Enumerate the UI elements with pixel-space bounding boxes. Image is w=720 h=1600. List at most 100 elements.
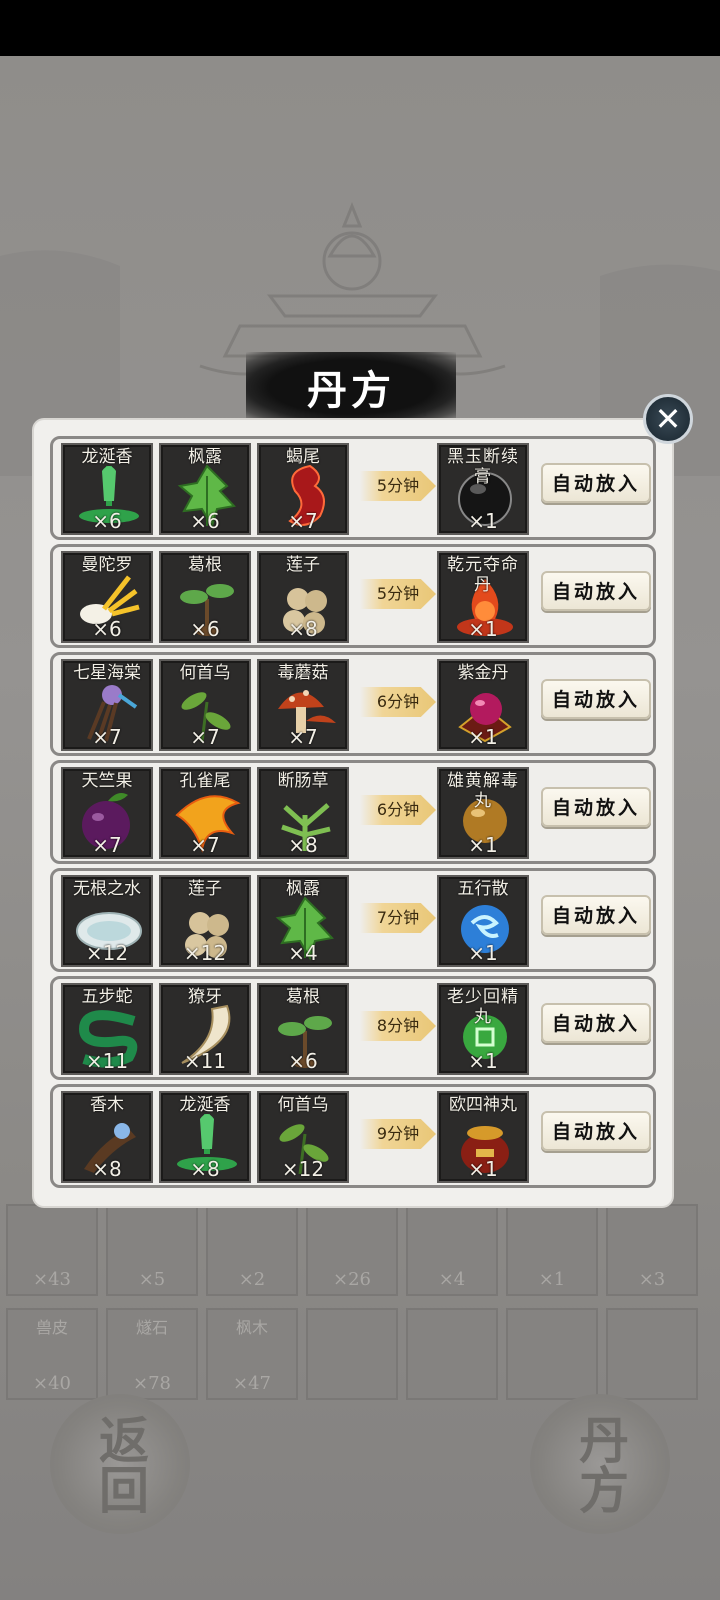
recipe-row: 香木 ×8 龙涎香 ×8 何首乌 ×12 欧四神丸 ×1 9分钟 自动放入	[50, 1084, 656, 1188]
item-count: ×6	[288, 1049, 318, 1073]
item-count: ×12	[281, 1157, 325, 1181]
ingredient-slot[interactable]: 獠牙 ×11	[159, 983, 251, 1075]
close-icon: ✕	[654, 400, 682, 438]
ingredient-slot[interactable]: 莲子 ×8	[257, 551, 349, 643]
recipe-row: 五步蛇 ×11 獠牙 ×11 葛根 ×6 老少回精丸 ×1 8分钟 自动放入	[50, 976, 656, 1080]
ingredient-slot[interactable]: 七星海棠 ×7	[61, 659, 153, 751]
title-banner: 丹方	[246, 352, 456, 422]
ingredient-slot[interactable]: 无根之水 ×12	[61, 875, 153, 967]
product-slot[interactable]: 乾元夺命丹 ×1	[437, 551, 529, 643]
item-name: 枫露	[188, 447, 222, 467]
status-bar	[0, 0, 720, 56]
ingredient-slot[interactable]: 蝎尾 ×7	[257, 443, 349, 535]
ingredient-slot[interactable]: 五步蛇 ×11	[61, 983, 153, 1075]
item-count: ×12	[183, 941, 227, 965]
product-slot[interactable]: 紫金丹 ×1	[437, 659, 529, 751]
brew-time-arrow: 9分钟	[360, 1119, 436, 1149]
item-count: ×7	[92, 725, 122, 749]
item-count: ×7	[288, 509, 318, 533]
brew-time-arrow: 6分钟	[360, 687, 436, 717]
item-count: ×1	[468, 617, 498, 641]
item-name: 毒蘑菇	[277, 663, 329, 683]
item-count: ×6	[190, 617, 220, 641]
item-count: ×8	[190, 1157, 220, 1181]
recipe-row: 七星海棠 ×7 何首乌 ×7 毒蘑菇 ×7 紫金丹 ×1 6分钟 自动放入	[50, 652, 656, 756]
brew-time-arrow: 8分钟	[360, 1011, 436, 1041]
item-name: 葛根	[188, 555, 222, 575]
recipe-button[interactable]: 丹方	[530, 1394, 670, 1534]
auto-fill-button[interactable]: 自动放入	[541, 679, 651, 719]
recipe-row: 曼陀罗 ×6 葛根 ×6 莲子 ×8 乾元夺命丹 ×1 5分钟 自动放入	[50, 544, 656, 648]
auto-fill-button[interactable]: 自动放入	[541, 1003, 651, 1043]
item-name: 七星海棠	[73, 663, 141, 683]
item-name: 枫露	[286, 879, 320, 899]
ingredient-slot[interactable]: 孔雀尾 ×7	[159, 767, 251, 859]
item-name: 雄黄解毒丸	[447, 771, 519, 811]
item-count: ×12	[85, 941, 129, 965]
ingredient-slot[interactable]: 葛根 ×6	[257, 983, 349, 1075]
item-name: 断肠草	[277, 771, 329, 791]
item-name: 紫金丹	[457, 663, 509, 683]
ingredient-slot[interactable]: 香木 ×8	[61, 1091, 153, 1183]
ingredient-slot[interactable]: 枫露 ×6	[159, 443, 251, 535]
ingredient-slot[interactable]: 天竺果 ×7	[61, 767, 153, 859]
product-slot[interactable]: 黑玉断续膏 ×1	[437, 443, 529, 535]
item-count: ×6	[92, 509, 122, 533]
item-count: ×7	[288, 725, 318, 749]
back-button[interactable]: 返回	[50, 1394, 190, 1534]
item-name: 曼陀罗	[81, 555, 133, 575]
item-count: ×4	[288, 941, 318, 965]
item-name: 獠牙	[188, 987, 222, 1007]
auto-fill-button[interactable]: 自动放入	[541, 571, 651, 611]
item-count: ×1	[468, 941, 498, 965]
ingredient-slot[interactable]: 葛根 ×6	[159, 551, 251, 643]
item-count: ×11	[183, 1049, 227, 1073]
brew-time-arrow: 7分钟	[360, 903, 436, 933]
item-count: ×11	[85, 1049, 129, 1073]
auto-fill-button[interactable]: 自动放入	[541, 787, 651, 827]
item-count: ×6	[190, 509, 220, 533]
auto-fill-button[interactable]: 自动放入	[541, 463, 651, 503]
item-count: ×8	[288, 833, 318, 857]
item-name: 黑玉断续膏	[447, 447, 519, 487]
auto-fill-button[interactable]: 自动放入	[541, 895, 651, 935]
ingredient-slot[interactable]: 何首乌 ×12	[257, 1091, 349, 1183]
ingredient-slot[interactable]: 断肠草 ×8	[257, 767, 349, 859]
item-name: 何首乌	[179, 663, 231, 683]
recipe-row: 龙涎香 ×6 枫露 ×6 蝎尾 ×7 黑玉断续膏 ×1 5分钟 自动放入	[50, 436, 656, 540]
item-name: 欧四神丸	[449, 1095, 517, 1115]
item-count: ×6	[92, 617, 122, 641]
product-slot[interactable]: 老少回精丸 ×1	[437, 983, 529, 1075]
item-name: 何首乌	[277, 1095, 329, 1115]
item-count: ×7	[190, 833, 220, 857]
item-name: 无根之水	[73, 879, 141, 899]
item-count: ×8	[92, 1157, 122, 1181]
item-count: ×7	[92, 833, 122, 857]
item-name: 老少回精丸	[447, 987, 519, 1027]
auto-fill-button[interactable]: 自动放入	[541, 1111, 651, 1151]
ingredient-slot[interactable]: 何首乌 ×7	[159, 659, 251, 751]
ingredient-slot[interactable]: 龙涎香 ×6	[61, 443, 153, 535]
brew-time-arrow: 6分钟	[360, 795, 436, 825]
brew-time-arrow: 5分钟	[360, 579, 436, 609]
ingredient-slot[interactable]: 龙涎香 ×8	[159, 1091, 251, 1183]
recipe-row: 无根之水 ×12 莲子 ×12 枫露 ×4 五行散 ×1 7分钟 自动放入	[50, 868, 656, 972]
ingredient-slot[interactable]: 毒蘑菇 ×7	[257, 659, 349, 751]
product-slot[interactable]: 雄黄解毒丸 ×1	[437, 767, 529, 859]
item-count: ×1	[468, 833, 498, 857]
item-name: 五行散	[457, 879, 509, 899]
item-name: 龙涎香	[81, 447, 133, 467]
ingredient-slot[interactable]: 曼陀罗 ×6	[61, 551, 153, 643]
product-slot[interactable]: 欧四神丸 ×1	[437, 1091, 529, 1183]
ingredient-slot[interactable]: 枫露 ×4	[257, 875, 349, 967]
item-name: 天竺果	[81, 771, 133, 791]
item-count: ×1	[468, 725, 498, 749]
item-name: 葛根	[286, 987, 320, 1007]
item-name: 孔雀尾	[179, 771, 231, 791]
item-count: ×7	[190, 725, 220, 749]
item-name: 香木	[90, 1095, 124, 1115]
ingredient-slot[interactable]: 莲子 ×12	[159, 875, 251, 967]
item-name: 蝎尾	[286, 447, 320, 467]
item-name: 五步蛇	[81, 987, 133, 1007]
product-slot[interactable]: 五行散 ×1	[437, 875, 529, 967]
